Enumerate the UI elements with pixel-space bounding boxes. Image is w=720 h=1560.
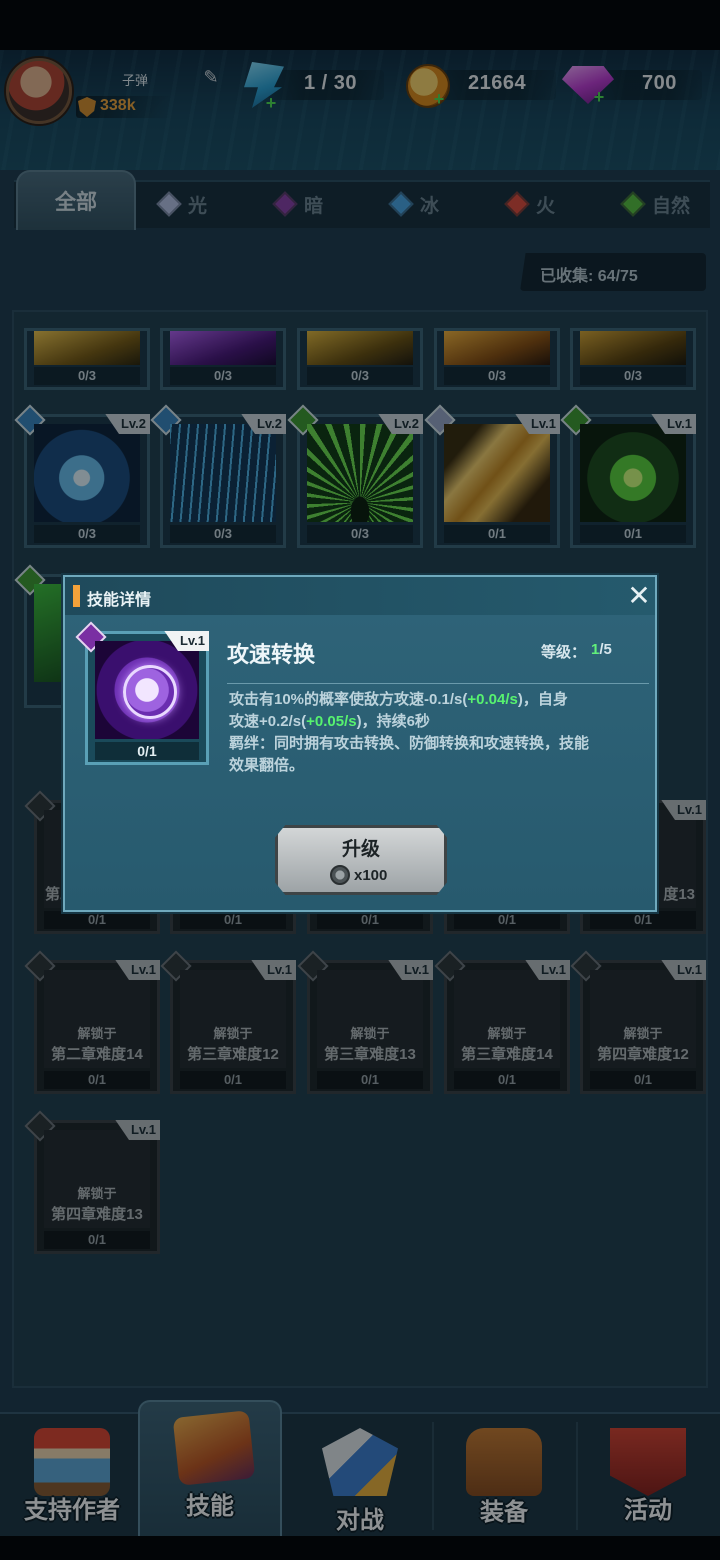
upgrade-cost: x100 bbox=[330, 864, 387, 886]
desc-line: 效果翻倍。 bbox=[229, 757, 305, 774]
upgrade-cost-value: x100 bbox=[354, 866, 388, 884]
desc-line: 羁绊：同时拥有攻击转换、防御转换和攻速转换，技能 bbox=[229, 735, 590, 752]
upgrade-button[interactable]: 升级 x100 bbox=[275, 825, 447, 895]
level-label: 等级： bbox=[541, 644, 587, 661]
desc-line: 攻击有10%的概率使敌方攻速-0.1/s(+0.04/s)，自身 bbox=[229, 689, 649, 711]
selected-skill-card: Lv.1 0/1 bbox=[75, 621, 209, 765]
close-button[interactable]: ✕ bbox=[625, 581, 653, 611]
desc-text: 攻速+0.2/s( bbox=[229, 713, 307, 730]
desc-text: )，自身 bbox=[517, 691, 568, 708]
desc-bonus: +0.05/s bbox=[306, 713, 357, 730]
level-max: /5 bbox=[599, 641, 612, 658]
upgrade-label: 升级 bbox=[341, 839, 380, 860]
title-accent bbox=[73, 585, 80, 607]
level-value: 1/5 bbox=[591, 641, 612, 658]
skill-screen: 子弹 ✎ 338k + 1 / 30 + 21664 + 700 全部 光 暗 bbox=[0, 0, 720, 1560]
divider bbox=[227, 683, 649, 684]
desc-bonus: +0.04/s bbox=[467, 691, 518, 708]
skill-coin-icon bbox=[330, 865, 350, 885]
skill-detail-modal: 技能详情 ✕ Lv.1 0/1 攻速转换 等级： 1/5 攻击有10%的概率使敌… bbox=[63, 575, 657, 912]
skill-count: 0/1 bbox=[95, 742, 199, 760]
modal-title-bar: 技能详情 ✕ bbox=[65, 577, 655, 615]
clock-skill-art bbox=[95, 641, 199, 739]
desc-text: )，持续6秒 bbox=[356, 713, 430, 730]
desc-text: 攻击有10%的概率使敌方攻速-0.1/s( bbox=[229, 691, 468, 708]
skill-description: 攻击有10%的概率使敌方攻速-0.1/s(+0.04/s)，自身 攻速+0.2/… bbox=[229, 689, 649, 777]
modal-title: 技能详情 bbox=[87, 592, 152, 609]
desc-line: 攻速+0.2/s(+0.05/s)，持续6秒 bbox=[229, 711, 649, 733]
skill-name: 攻速转换 bbox=[227, 642, 316, 667]
